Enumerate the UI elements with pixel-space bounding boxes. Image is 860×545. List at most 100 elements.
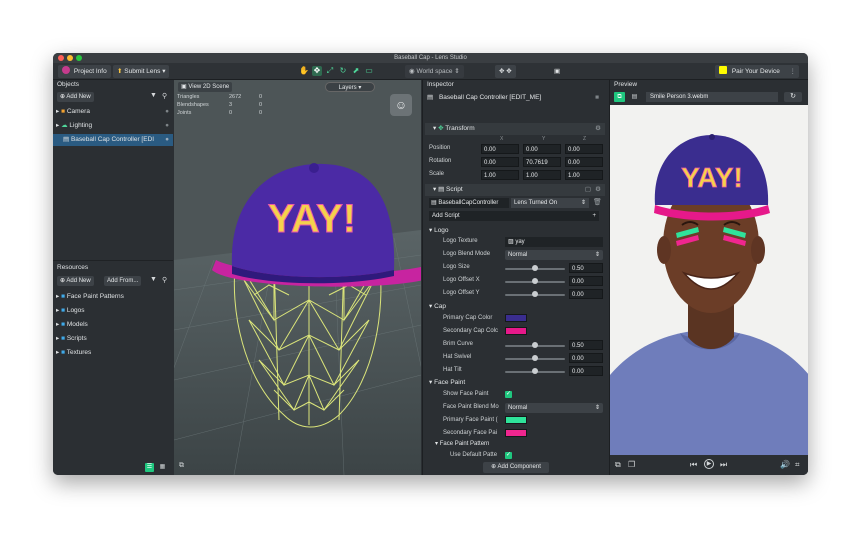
world-space-toggle[interactable]: ◉ World space ⇕: [405, 65, 464, 78]
visibility-toggle[interactable]: ●: [165, 120, 169, 132]
list-view-button[interactable]: ☰: [145, 463, 154, 472]
folder-logos[interactable]: ▸ ■ Logos: [53, 305, 173, 317]
close-window-button[interactable]: [58, 55, 64, 61]
face-paint-group-label[interactable]: ▾ Face Paint: [429, 377, 465, 388]
rect-tool-icon[interactable]: ▭: [364, 66, 374, 76]
add-new-object-button[interactable]: ⊕ Add New: [57, 92, 94, 102]
face-paint-blend-dropdown[interactable]: Normal ⇕: [505, 403, 603, 413]
tree-item-lighting[interactable]: ▸ ☁ Lighting ●: [53, 120, 173, 132]
script-event-dropdown[interactable]: Lens Turned On ⇕: [511, 198, 589, 208]
logo-offset-x-field[interactable]: 0.00: [569, 276, 603, 286]
primary-cap-color-swatch[interactable]: [505, 314, 527, 322]
scene-settings-icon[interactable]: ⧉: [179, 462, 184, 470]
copy-icon[interactable]: ▢: [585, 184, 591, 196]
add-new-resource-button[interactable]: ⊕ Add New: [57, 276, 94, 286]
logo-group-label[interactable]: ▾ Logo: [429, 225, 449, 236]
tree-item-baseball-cap-controller[interactable]: ▤ Baseball Cap Controller [EDI ●: [53, 134, 173, 146]
copy-frame-icon[interactable]: ❐: [628, 460, 635, 469]
resources-panel: Resources ⊕ Add New Add From... ▼ ⚲ ▸ ■ …: [53, 260, 173, 475]
search-icon[interactable]: ⚲: [162, 276, 167, 284]
tree-item-camera[interactable]: ▸ ■ Camera ●: [53, 106, 173, 118]
project-info-button[interactable]: Project Info: [58, 65, 111, 78]
show-face-paint-checkbox[interactable]: ✓: [505, 391, 512, 398]
play-icon[interactable]: ▶: [704, 459, 714, 469]
move-tool-icon[interactable]: ✥: [312, 66, 322, 76]
hat-tilt-field[interactable]: 0.00: [569, 366, 603, 376]
transform-section-header[interactable]: ▾ ✥ Transform ⚙: [425, 123, 605, 135]
folder-scripts[interactable]: ▸ ■ Scripts: [53, 333, 173, 345]
secondary-cap-color-swatch[interactable]: [505, 327, 527, 335]
preview-video-field[interactable]: Smile Person 3.webm: [646, 92, 778, 102]
view-2d-scene-button[interactable]: ▣ View 2D Scene: [178, 82, 233, 92]
crop-icon[interactable]: ⌗: [795, 460, 800, 470]
position-y-field[interactable]: 0.00: [523, 144, 561, 154]
reset-preview-button[interactable]: ↻: [784, 92, 802, 102]
pan-tool-icon[interactable]: ✋: [299, 66, 309, 76]
position-x-field[interactable]: 0.00: [481, 144, 519, 154]
cap-group-label[interactable]: ▾ Cap: [429, 301, 446, 312]
zoom-window-button[interactable]: [76, 55, 82, 61]
add-from-button[interactable]: Add From...: [104, 276, 142, 286]
screenshot-icon[interactable]: ⧉: [615, 460, 621, 470]
scale-z-field[interactable]: 1.00: [565, 170, 603, 180]
logo-size-field[interactable]: 0.50: [569, 263, 603, 273]
snapchat-ghost-icon[interactable]: ☺: [390, 94, 412, 116]
scale-y-field[interactable]: 1.00: [523, 170, 561, 180]
logo-size-slider-knob[interactable]: [532, 265, 538, 271]
minimize-window-button[interactable]: [67, 55, 73, 61]
position-z-field[interactable]: 0.00: [565, 144, 603, 154]
filter-icon[interactable]: ▼: [150, 92, 157, 99]
brim-curve-field[interactable]: 0.50: [569, 340, 603, 350]
visibility-toggle[interactable]: ●: [165, 134, 169, 146]
gear-icon[interactable]: ⚙: [595, 123, 601, 135]
scale-tool-icon[interactable]: ⤢: [325, 66, 335, 76]
rotation-z-field[interactable]: 0.00: [565, 157, 603, 167]
rotate-tool-icon[interactable]: ↻: [338, 66, 348, 76]
grid-view-button[interactable]: ▦: [158, 463, 167, 472]
logo-offset-x-slider-knob[interactable]: [532, 278, 538, 284]
axis-y-label: Y: [542, 136, 546, 142]
search-icon[interactable]: ⚲: [162, 92, 167, 100]
use-default-pattern-checkbox[interactable]: ✓: [505, 452, 512, 459]
add-script-button[interactable]: Add Script +: [429, 211, 599, 221]
rotation-y-field[interactable]: 70.7619: [523, 157, 561, 167]
script-section-header[interactable]: ▾ ▤ Script ▢ ⚙: [425, 184, 605, 196]
screen-capture-button[interactable]: ▣: [550, 65, 564, 78]
webcam-toggle-button[interactable]: ▤: [629, 92, 640, 102]
pair-device-button[interactable]: Pair Your Device ⋮: [715, 65, 799, 78]
logo-offset-y-slider-knob[interactable]: [532, 291, 538, 297]
add-component-button[interactable]: ⊕ Add Component: [483, 462, 549, 473]
brim-curve-slider-knob[interactable]: [532, 342, 538, 348]
skip-forward-icon[interactable]: ⏭: [720, 460, 727, 470]
logo-offset-y-field[interactable]: 0.00: [569, 289, 603, 299]
logo-blend-dropdown[interactable]: Normal ⇕: [505, 250, 603, 260]
folder-models[interactable]: ▸ ■ Models: [53, 319, 173, 331]
hat-swivel-field[interactable]: 0.00: [569, 353, 603, 363]
gear-icon[interactable]: ⚙: [595, 184, 601, 196]
folder-icon: ■: [61, 307, 66, 314]
submit-lens-button[interactable]: ⬆ Submit Lens ▾: [113, 65, 170, 78]
scene-view[interactable]: YAY! ▣ View 2D Scene Layers ▾ Triangles 2…: [174, 80, 421, 475]
hat-swivel-slider-knob[interactable]: [532, 355, 538, 361]
pivot-tool-icon[interactable]: ⬈: [351, 66, 361, 76]
object-enabled-toggle[interactable]: ■: [595, 92, 599, 104]
snap-toggle-button[interactable]: ✥ ✥: [495, 65, 516, 78]
volume-icon[interactable]: 🔊: [780, 460, 790, 469]
secondary-face-paint-swatch[interactable]: [505, 429, 527, 437]
skip-back-icon[interactable]: ⏮: [690, 460, 697, 470]
rotation-x-field[interactable]: 0.00: [481, 157, 519, 167]
more-options-icon[interactable]: ⋮: [790, 65, 797, 78]
logo-texture-field[interactable]: ▨ yay: [505, 237, 603, 247]
visibility-toggle[interactable]: ●: [165, 106, 169, 118]
folder-face-paint-patterns[interactable]: ▸ ■ Face Paint Patterns: [53, 291, 173, 303]
layers-dropdown[interactable]: Layers ▾: [325, 82, 375, 92]
delete-script-icon[interactable]: 🗑: [593, 198, 602, 206]
hat-tilt-slider-knob[interactable]: [532, 368, 538, 374]
filter-icon[interactable]: ▼: [150, 276, 157, 283]
scale-x-field[interactable]: 1.00: [481, 170, 519, 180]
preview-mode-button[interactable]: ⧉: [614, 92, 625, 102]
folder-textures[interactable]: ▸ ■ Textures: [53, 347, 173, 359]
face-paint-pattern-group-label[interactable]: ▾ Face Paint Pattern: [435, 439, 489, 450]
script-asset-field[interactable]: ▤ BaseballCapController: [429, 198, 509, 208]
primary-face-paint-swatch[interactable]: [505, 416, 527, 424]
